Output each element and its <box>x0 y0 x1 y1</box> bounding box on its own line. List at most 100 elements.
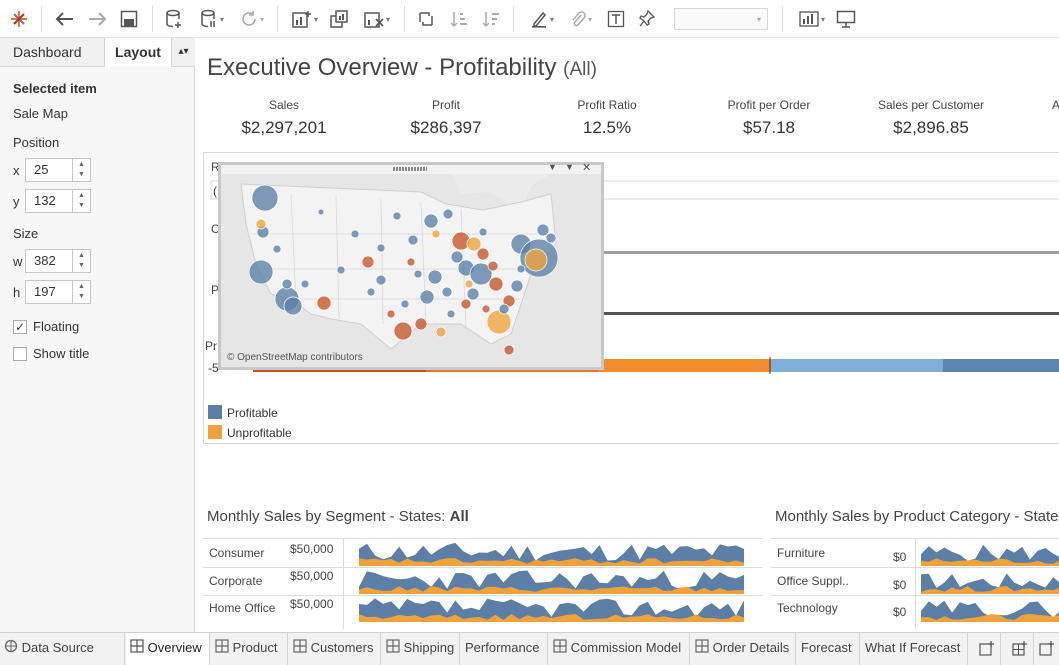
kpi-label: Profit Ratio <box>577 98 637 112</box>
x-label: x <box>13 163 20 178</box>
tab-performance[interactable]: Performance <box>461 633 548 665</box>
map-bubble <box>510 279 524 293</box>
tableau-logo-icon[interactable] <box>6 6 32 32</box>
kpi-label: Profit <box>431 98 460 112</box>
drag-handle[interactable]: ▼ ▼ ✕ <box>221 162 601 174</box>
new-worksheet-icon[interactable]: ▾ <box>287 6 323 32</box>
tab-what-if-forecast[interactable]: What If Forecast <box>861 633 968 665</box>
pause-updates-icon[interactable]: ▾ <box>194 6 230 32</box>
refresh-icon[interactable]: ▾ <box>234 6 270 32</box>
tab-label: Forecast <box>801 640 852 655</box>
filter-icon[interactable]: ▼ <box>565 162 574 172</box>
kpi-value: $2,896.85 <box>893 118 969 137</box>
sort-ascending-icon[interactable] <box>447 6 471 32</box>
undo-icon[interactable] <box>53 6 77 32</box>
map-bubble <box>478 227 488 237</box>
grip-dots-icon[interactable] <box>393 167 427 171</box>
map-bubble <box>272 244 282 254</box>
selected-item-heading: Selected item <box>13 81 97 96</box>
tab-dashboard[interactable]: Dashboard <box>0 38 105 67</box>
stepper-arrows-icon[interactable]: ▲ ▼ <box>72 190 90 212</box>
x-position-stepper[interactable]: 25 ▲ ▼ <box>25 158 91 182</box>
y-position-stepper[interactable]: 132 ▲ ▼ <box>25 189 91 213</box>
sort-descending-icon[interactable] <box>479 6 503 32</box>
kpi-sales: Sales $2,297,201 <box>204 98 364 138</box>
kpi-profit: Profit $286,397 <box>366 98 526 138</box>
map-bubble <box>248 259 274 285</box>
row-label-consumer: Consumer <box>209 546 265 560</box>
floating-label: Floating <box>33 319 80 334</box>
new-story-tab-icon[interactable] <box>1035 633 1059 665</box>
tab-product[interactable]: Product <box>211 633 288 665</box>
new-data-source-icon[interactable] <box>162 6 186 32</box>
kpi-sales-per-customer: Sales per Customer $2,896.85 <box>851 98 1011 138</box>
map-bubble <box>317 208 325 216</box>
sale-map-floating[interactable]: ▼ ▼ ✕ © OpenStreetMap contributors <box>218 162 604 370</box>
position-heading: Position <box>13 135 60 150</box>
x-position-value: 25 <box>34 162 49 177</box>
new-dashboard-tab-icon[interactable] <box>1002 633 1034 665</box>
width-stepper[interactable]: 382 ▲ ▼ <box>25 249 91 273</box>
close-icon[interactable]: ✕ <box>582 161 591 174</box>
dashboard-icon <box>695 634 709 664</box>
redo-icon[interactable] <box>85 6 109 32</box>
tab-shipping[interactable]: Shipping <box>382 633 460 665</box>
map-bubble <box>431 229 441 239</box>
duplicate-sheet-icon[interactable] <box>328 6 352 32</box>
map-bubble <box>446 309 456 319</box>
new-worksheet-tab-icon[interactable] <box>969 633 1001 665</box>
tab-data-source[interactable]: Data Source <box>0 633 125 665</box>
pane-menu-icon[interactable]: ▴▾ <box>171 38 195 67</box>
us-map[interactable]: © OpenStreetMap contributors <box>221 174 601 367</box>
show-title-label: Show title <box>33 346 90 361</box>
show-mark-labels-icon[interactable] <box>604 6 628 32</box>
legend-label-unprofitable: Unprofitable <box>227 426 292 440</box>
tab-customers[interactable]: Customers <box>289 633 381 665</box>
tab-order-details[interactable]: Order Details <box>691 633 796 665</box>
clear-sheet-icon[interactable]: ▾ <box>359 6 395 32</box>
group-members-icon[interactable]: ▾ <box>563 6 599 32</box>
map-bubble <box>481 304 491 314</box>
layout-pane: Dashboard Layout ▴▾ Selected item Sale M… <box>0 38 195 632</box>
save-icon[interactable] <box>117 6 141 32</box>
map-bubble <box>466 287 480 301</box>
map-bubble <box>300 279 310 289</box>
highlight-icon[interactable]: ▾ <box>524 6 560 32</box>
tab-overview[interactable]: Overview <box>126 633 210 665</box>
stepper-arrows-icon[interactable]: ▲ ▼ <box>72 281 90 303</box>
dashboard-icon <box>215 634 229 664</box>
presentation-mode-icon[interactable] <box>834 6 858 32</box>
floating-checkbox[interactable]: ✓ <box>13 320 27 334</box>
dashboard-title: Executive Overview - Profitability (All) <box>207 54 597 82</box>
tab-label: Overview <box>147 640 202 655</box>
map-bubble <box>393 321 413 341</box>
segment-area-charts <box>359 542 744 622</box>
width-value: 382 <box>34 253 56 268</box>
kpi-clipped-label: A <box>1052 98 1059 112</box>
map-bubble <box>419 289 435 305</box>
dashboard-icon <box>293 634 307 664</box>
height-stepper[interactable]: 197 ▲ ▼ <box>25 280 91 304</box>
tab-commission-model[interactable]: Commission Model <box>549 633 690 665</box>
tab-label: What If Forecast <box>865 640 961 655</box>
map-bubble <box>386 309 396 319</box>
axis-label: $50,000 <box>290 597 334 611</box>
map-bubble <box>407 234 419 246</box>
tab-layout[interactable]: Layout <box>105 38 171 67</box>
fit-dropdown[interactable]: ▾ <box>674 8 768 30</box>
row-label-corporate: Corporate <box>209 574 263 588</box>
stepper-arrows-icon[interactable]: ▲ ▼ <box>72 159 90 181</box>
show-me-icon[interactable]: ▾ <box>794 6 830 32</box>
fix-axes-pin-icon[interactable] <box>635 6 659 32</box>
show-title-checkbox[interactable] <box>13 347 27 361</box>
map-bubble <box>361 255 375 269</box>
kpi-label: Profit per Order <box>727 98 811 112</box>
dashboard-canvas: Executive Overview - Profitability (All)… <box>196 38 1059 632</box>
map-bubble <box>488 276 504 292</box>
swap-rows-columns-icon[interactable] <box>414 6 438 32</box>
menu-arrow-icon[interactable]: ▼ <box>548 162 557 172</box>
dashboard-icon <box>386 634 400 664</box>
stepper-arrows-icon[interactable]: ▲ ▼ <box>72 250 90 272</box>
map-bubble <box>423 213 439 229</box>
tab-forecast[interactable]: Forecast <box>797 633 860 665</box>
